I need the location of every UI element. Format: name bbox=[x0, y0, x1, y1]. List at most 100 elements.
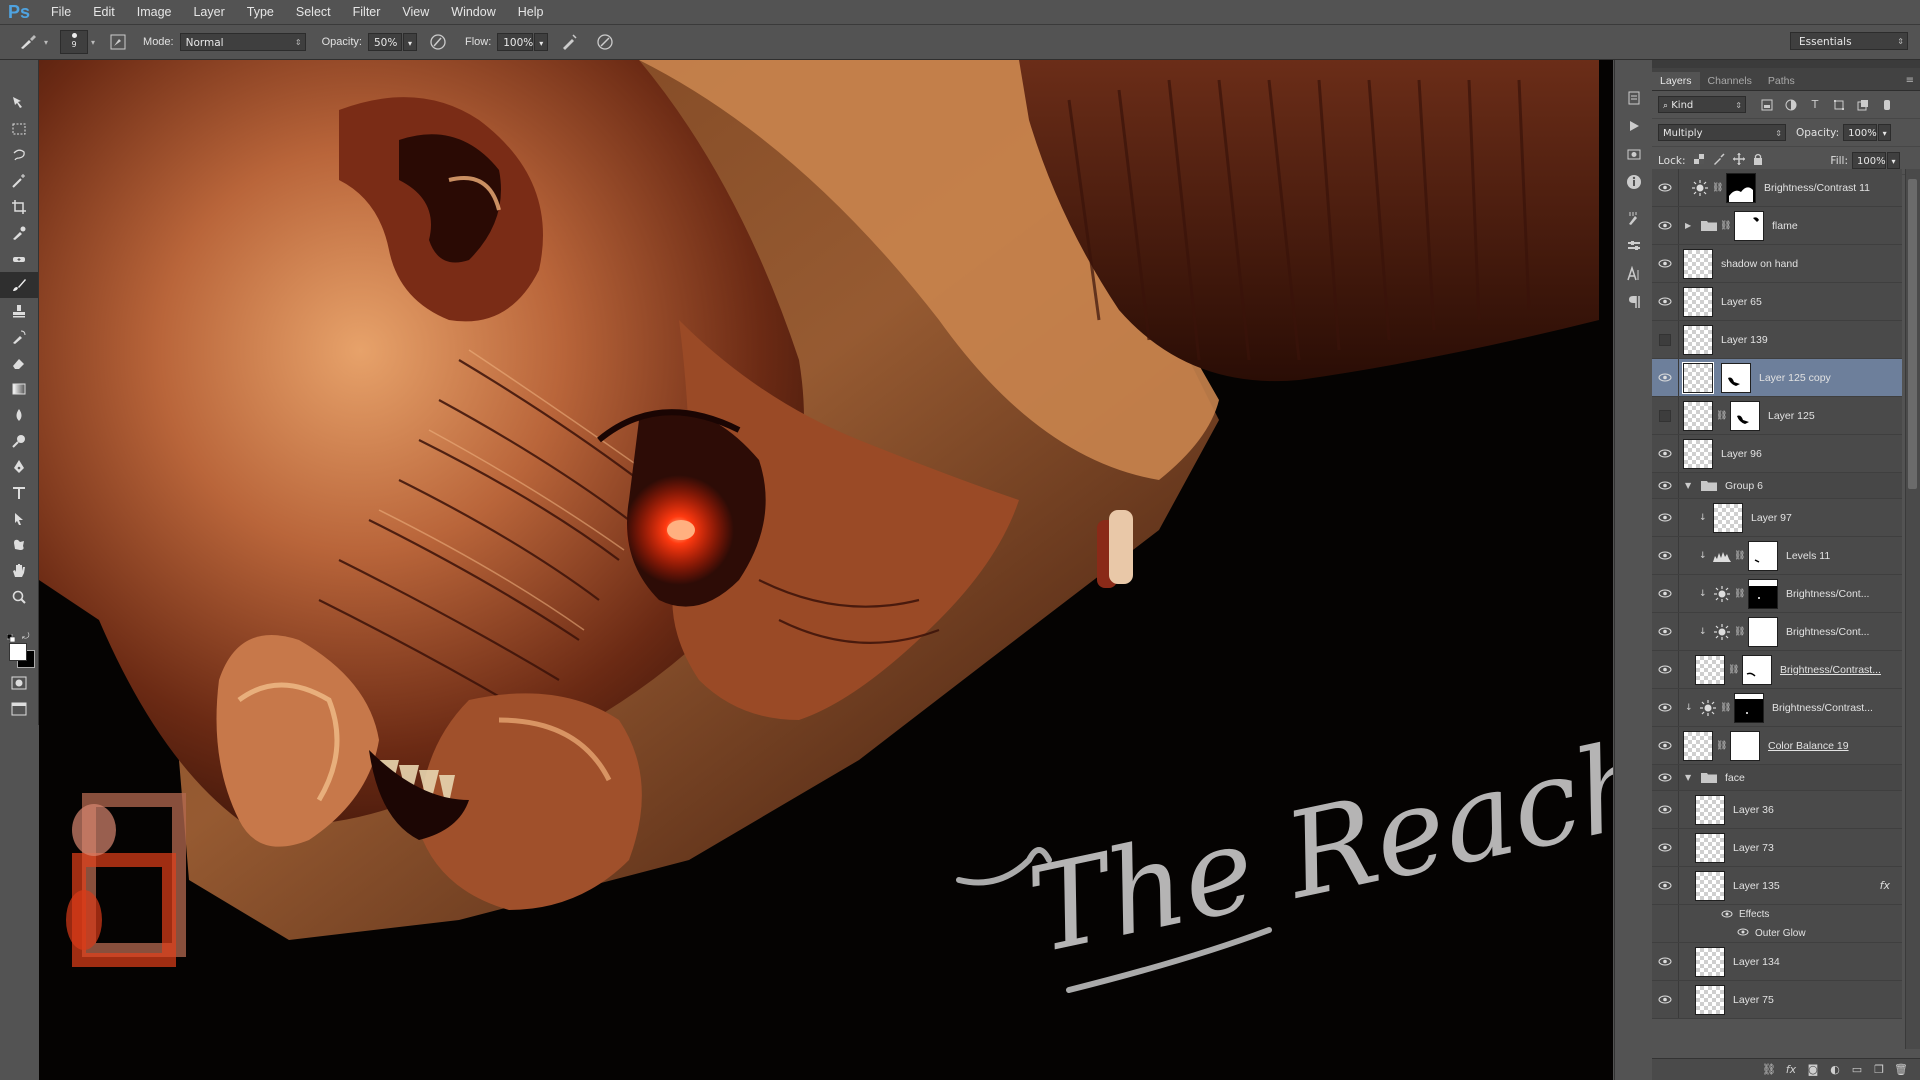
brush-size-picker[interactable]: 9 bbox=[60, 30, 89, 54]
move-tool-icon[interactable] bbox=[0, 90, 38, 116]
visibility-eye-icon[interactable] bbox=[1652, 727, 1679, 764]
trash-icon[interactable]: 🗑 bbox=[1890, 1063, 1912, 1076]
link-icon[interactable]: ⛓ bbox=[1728, 665, 1739, 675]
layer-row[interactable]: ↓ Layer 97 bbox=[1652, 499, 1902, 537]
lasso-tool-icon[interactable] bbox=[0, 142, 38, 168]
visibility-eye-icon[interactable] bbox=[1652, 537, 1679, 574]
pen-tool-icon[interactable] bbox=[0, 454, 38, 480]
visibility-toggle-off[interactable] bbox=[1652, 321, 1679, 358]
brush-tool-icon[interactable] bbox=[0, 272, 38, 298]
layer-row[interactable]: ↓ ⛓ Levels 11 bbox=[1652, 537, 1902, 575]
visibility-eye-icon[interactable] bbox=[1652, 613, 1679, 650]
outer-glow-eye-icon[interactable] bbox=[1737, 927, 1749, 939]
layer-row[interactable]: Layer 36 bbox=[1652, 791, 1902, 829]
visibility-eye-icon[interactable] bbox=[1652, 283, 1679, 320]
fill-input[interactable]: 100% bbox=[1852, 152, 1886, 169]
layer-opacity-input[interactable]: 100% bbox=[1843, 124, 1878, 141]
brush-panel-icon[interactable] bbox=[107, 31, 129, 53]
filter-smart-object-icon[interactable] bbox=[1854, 97, 1872, 113]
layer-row[interactable]: ⛓ Brightness/Contrast 11 bbox=[1652, 169, 1902, 207]
link-icon[interactable]: ⛓ bbox=[1720, 221, 1731, 231]
filter-kind-select[interactable]: ⌕ Kind ⇕ bbox=[1658, 96, 1746, 113]
gradient-tool-icon[interactable] bbox=[0, 376, 38, 402]
visibility-eye-icon[interactable] bbox=[1652, 435, 1679, 472]
visibility-toggle-off[interactable] bbox=[1652, 397, 1679, 434]
layer-row[interactable]: ↓ ⛓ Brightness/Cont... bbox=[1652, 575, 1902, 613]
menu-edit[interactable]: Edit bbox=[82, 5, 126, 19]
clone-stamp-tool-icon[interactable] bbox=[0, 298, 38, 324]
new-group-icon[interactable]: ▭ bbox=[1846, 1063, 1868, 1076]
layer-group-row[interactable]: ▼ face bbox=[1652, 765, 1902, 791]
info-icon[interactable] bbox=[1615, 168, 1652, 196]
layer-mask-thumbnail[interactable] bbox=[1726, 172, 1756, 203]
layer-group-row[interactable]: ▼ Group 6 bbox=[1652, 473, 1902, 499]
tab-paths[interactable]: Paths bbox=[1760, 72, 1803, 90]
mode-select[interactable]: Normal ⇕ bbox=[179, 33, 306, 51]
swap-colors-icon[interactable]: ⤾ bbox=[22, 632, 30, 642]
layer-mask-thumbnail[interactable] bbox=[1748, 616, 1778, 647]
menu-window[interactable]: Window bbox=[440, 5, 506, 19]
layer-mask-thumbnail[interactable] bbox=[1730, 400, 1760, 431]
tab-channels[interactable]: Channels bbox=[1700, 72, 1760, 90]
workspace-select[interactable]: Essentials ⇕ bbox=[1790, 32, 1908, 50]
layer-row[interactable]: ⛓ Brightness/Contrast... bbox=[1652, 651, 1902, 689]
visibility-eye-icon[interactable] bbox=[1652, 943, 1679, 980]
character-panel-icon[interactable] bbox=[1615, 260, 1652, 288]
link-layers-icon[interactable]: ⛓ bbox=[1758, 1063, 1780, 1076]
flow-dropdown[interactable]: ▾ bbox=[534, 33, 549, 51]
layer-effects-row[interactable]: Effects bbox=[1652, 905, 1902, 924]
collapse-arrow-icon[interactable]: ▼ bbox=[1685, 773, 1695, 782]
lock-pixels-icon[interactable] bbox=[1713, 153, 1726, 168]
visibility-eye-icon[interactable] bbox=[1652, 689, 1679, 726]
tab-layers[interactable]: Layers bbox=[1652, 72, 1700, 90]
visibility-eye-icon[interactable] bbox=[1652, 867, 1679, 904]
marquee-tool-icon[interactable] bbox=[0, 116, 38, 142]
filter-pixel-icon[interactable] bbox=[1758, 97, 1776, 113]
layer-mask-thumbnail[interactable] bbox=[1734, 210, 1764, 241]
zoom-tool-icon[interactable] bbox=[0, 584, 38, 610]
collapse-arrow-icon[interactable]: ▼ bbox=[1685, 481, 1695, 490]
visibility-eye-icon[interactable] bbox=[1652, 981, 1679, 1018]
airbrush-icon[interactable] bbox=[558, 31, 580, 53]
fill-dropdown[interactable]: ▾ bbox=[1887, 152, 1900, 169]
visibility-eye-icon[interactable] bbox=[1652, 245, 1679, 282]
layer-row[interactable]: Layer 134 bbox=[1652, 943, 1902, 981]
tool-presets-icon[interactable] bbox=[1615, 232, 1652, 260]
brush-preset-icon[interactable] bbox=[18, 31, 40, 53]
pressure-size-icon[interactable] bbox=[594, 31, 616, 53]
paragraph-panel-icon[interactable] bbox=[1615, 288, 1652, 316]
layer-effects-badge[interactable]: fx bbox=[1880, 879, 1890, 892]
default-colors-icon[interactable] bbox=[6, 632, 16, 643]
layer-mask-thumbnail[interactable] bbox=[1721, 362, 1751, 393]
healing-brush-tool-icon[interactable] bbox=[0, 246, 38, 272]
opacity-dropdown[interactable]: ▾ bbox=[402, 33, 417, 51]
link-icon[interactable]: ⛓ bbox=[1734, 627, 1745, 637]
layer-row[interactable]: shadow on hand bbox=[1652, 245, 1902, 283]
filter-toggle-icon[interactable] bbox=[1878, 97, 1896, 113]
layer-row[interactable]: Layer 96 bbox=[1652, 435, 1902, 473]
layer-effect-item[interactable]: Outer Glow bbox=[1652, 924, 1902, 943]
layer-row[interactable]: Layer 65 bbox=[1652, 283, 1902, 321]
menu-image[interactable]: Image bbox=[126, 5, 183, 19]
lock-transparent-icon[interactable] bbox=[1693, 153, 1705, 168]
visibility-eye-icon[interactable] bbox=[1652, 829, 1679, 866]
quick-mask-icon[interactable] bbox=[0, 670, 38, 696]
filter-type-icon[interactable]: T bbox=[1806, 97, 1824, 113]
opacity-input[interactable]: 50% bbox=[367, 33, 402, 51]
menu-select[interactable]: Select bbox=[285, 5, 342, 19]
visibility-eye-icon[interactable] bbox=[1652, 473, 1679, 498]
history-panel-icon[interactable] bbox=[1615, 84, 1652, 112]
visibility-eye-icon[interactable] bbox=[1652, 359, 1679, 396]
visibility-eye-icon[interactable] bbox=[1652, 499, 1679, 536]
panel-menu-icon[interactable]: ≡ bbox=[1906, 75, 1920, 90]
screen-mode-icon[interactable] bbox=[0, 696, 38, 722]
document-canvas[interactable]: The Reach bbox=[39, 60, 1613, 1080]
eraser-tool-icon[interactable] bbox=[0, 350, 38, 376]
menu-view[interactable]: View bbox=[391, 5, 440, 19]
link-icon[interactable]: ⛓ bbox=[1734, 551, 1745, 561]
layers-scrollbar[interactable] bbox=[1905, 169, 1920, 1049]
dodge-tool-icon[interactable] bbox=[0, 428, 38, 454]
menu-help[interactable]: Help bbox=[507, 5, 555, 19]
layer-mask-thumbnail[interactable] bbox=[1748, 578, 1778, 609]
layer-row[interactable]: ↓ ⛓ Brightness/Contrast... bbox=[1652, 689, 1902, 727]
